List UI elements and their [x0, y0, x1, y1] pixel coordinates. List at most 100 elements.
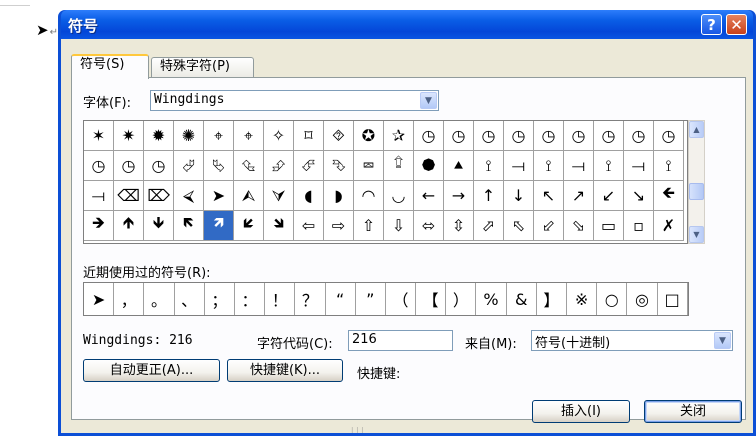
symbol-cell[interactable]: ➤	[204, 181, 234, 211]
symbol-cell[interactable]: ◷	[414, 121, 444, 151]
symbol-cell[interactable]: ⬂	[564, 211, 594, 241]
symbol-cell[interactable]: ✰	[384, 121, 414, 151]
symbol-cell[interactable]: ✷	[114, 121, 144, 151]
recent-symbol-cell[interactable]: （	[386, 283, 417, 315]
symbol-cell[interactable]: ⌦	[144, 181, 174, 211]
symbol-cell[interactable]: ✶	[84, 121, 114, 151]
recent-symbol-cell[interactable]: 、	[175, 283, 205, 315]
symbol-cell[interactable]: ✧	[264, 121, 294, 151]
symbol-cell[interactable]: ⬃	[534, 211, 564, 241]
recent-symbol-cell[interactable]: ◎	[627, 283, 658, 315]
symbol-cell[interactable]: ⇳	[444, 211, 474, 241]
symbol-cell[interactable]: ⟟	[654, 151, 684, 181]
symbol-cell[interactable]: ↓	[504, 181, 534, 211]
symbol-cell[interactable]: 🡺	[84, 211, 114, 241]
recent-symbol-cell[interactable]: ※	[567, 283, 598, 315]
recent-symbol-cell[interactable]: 。	[144, 283, 175, 315]
symbol-cell[interactable]: ◷	[144, 151, 174, 181]
symbol-cell[interactable]: ◷	[594, 121, 624, 151]
recent-symbol-cell[interactable]: 】	[537, 283, 567, 315]
symbol-cell[interactable]: ⮵	[264, 151, 294, 181]
symbol-cell[interactable]: ⇨	[324, 211, 354, 241]
symbol-cell[interactable]: ⮶	[294, 151, 324, 181]
symbol-cell[interactable]: ◷	[474, 121, 504, 151]
symbol-cell[interactable]: ▭	[594, 211, 624, 241]
recent-symbol-cell[interactable]: ，	[114, 283, 145, 315]
symbol-cell[interactable]: ⬄	[414, 211, 444, 241]
recent-symbol-cell[interactable]: ○	[597, 283, 628, 315]
symbol-cell[interactable]: ✗	[654, 211, 684, 241]
symbol-cell[interactable]: 🡸	[654, 181, 684, 211]
char-code-input[interactable]: 216	[348, 330, 453, 351]
symbol-grid-scrollbar[interactable]: ▲ ▼	[688, 120, 705, 244]
symbol-cell[interactable]: ⮙	[234, 181, 264, 211]
symbol-cell[interactable]: ⇧	[354, 211, 384, 241]
symbol-cell[interactable]: ◷	[624, 121, 654, 151]
symbol-cell[interactable]: ⌫	[114, 181, 144, 211]
symbol-cell[interactable]: 🡹	[114, 211, 144, 241]
symbol-cell[interactable]: ↖	[534, 181, 564, 211]
recent-symbol-cell[interactable]: “	[326, 283, 356, 315]
symbol-cell[interactable]: ⇩	[384, 211, 414, 241]
recent-symbol-cell[interactable]: ）	[446, 283, 477, 315]
symbol-cell[interactable]: ⟞	[504, 151, 534, 181]
help-button[interactable]: ?	[701, 14, 722, 35]
insert-button[interactable]: 插入(I)	[532, 400, 630, 423]
symbol-cell[interactable]: 🡿	[234, 211, 264, 241]
chevron-down-icon[interactable]: ▼	[714, 332, 731, 349]
symbol-cell[interactable]: ⮴	[234, 151, 264, 181]
symbol-cell[interactable]: ⟞	[624, 151, 654, 181]
symbol-cell[interactable]: ↗	[564, 181, 594, 211]
symbol-cell[interactable]: ◡	[384, 181, 414, 211]
symbol-cell[interactable]: ⬀	[474, 211, 504, 241]
symbol-cell[interactable]: ⮱	[204, 151, 234, 181]
symbol-cell[interactable]: ⯅	[444, 151, 474, 181]
symbol-cell[interactable]: ◠	[354, 181, 384, 211]
symbol-cell[interactable]: ⮹	[354, 151, 384, 181]
recent-symbol-cell[interactable]: ”	[356, 283, 386, 315]
symbol-cell[interactable]: ◷	[564, 121, 594, 151]
symbol-cell[interactable]: ⟞	[84, 181, 114, 211]
symbol-cell[interactable]: ⇦	[294, 211, 324, 241]
symbol-cell[interactable]: ⯑	[324, 121, 354, 151]
recent-symbol-cell[interactable]: %	[476, 283, 507, 315]
symbol-cell[interactable]: ◷	[504, 121, 534, 151]
recent-symbol-cell[interactable]: ：	[235, 283, 266, 315]
autocorrect-button[interactable]: 自动更正(A)...	[83, 359, 220, 382]
symbol-cell[interactable]: ◖	[294, 181, 324, 211]
symbol-cell[interactable]: ←	[414, 181, 444, 211]
close-window-button[interactable]: ✕	[726, 14, 747, 35]
symbol-cell[interactable]: 🡼	[174, 211, 204, 241]
symbol-cell[interactable]: ⬁	[504, 211, 534, 241]
symbol-cell[interactable]: ⟟	[474, 151, 504, 181]
symbol-cell[interactable]: ⮸	[384, 151, 414, 181]
recent-symbol-cell[interactable]: □	[658, 283, 688, 315]
symbol-cell[interactable]: ◷	[534, 121, 564, 151]
scroll-thumb[interactable]	[689, 183, 704, 200]
symbol-cell[interactable]: ⌖	[204, 121, 234, 151]
symbol-cell[interactable]: ◷	[84, 151, 114, 181]
symbol-cell[interactable]: ✪	[354, 121, 384, 151]
chevron-down-icon[interactable]: ▼	[420, 92, 437, 109]
title-bar[interactable]: 符号 ? ✕	[61, 10, 753, 39]
symbol-cell[interactable]: ⮘	[174, 181, 204, 211]
symbol-cell[interactable]: ◗	[324, 181, 354, 211]
symbol-cell[interactable]: ⮰	[174, 151, 204, 181]
symbol-cell[interactable]: ⟟	[534, 151, 564, 181]
recent-symbol-cell[interactable]: 【	[416, 283, 447, 315]
symbol-cell[interactable]: →	[444, 181, 474, 211]
recent-symbol-cell[interactable]: ；	[205, 283, 235, 315]
symbol-cell[interactable]: 🡻	[144, 211, 174, 241]
scroll-up-button[interactable]: ▲	[689, 121, 704, 138]
tab-symbols[interactable]: 符号(S)	[71, 54, 149, 79]
symbol-cell[interactable]: 🡽	[204, 211, 234, 241]
symbol-cell[interactable]: ◷	[114, 151, 144, 181]
symbol-cell[interactable]: ⟟	[594, 151, 624, 181]
scroll-down-button[interactable]: ▼	[689, 226, 704, 243]
recent-symbol-cell[interactable]: ！	[265, 283, 296, 315]
from-select[interactable]: 符号(十进制) ▼	[531, 330, 733, 351]
symbol-cell[interactable]: ⮷	[324, 151, 354, 181]
symbol-cell[interactable]: ↘	[624, 181, 654, 211]
symbol-cell[interactable]: ⌖	[234, 121, 264, 151]
symbol-cell[interactable]: ◷	[654, 121, 684, 151]
